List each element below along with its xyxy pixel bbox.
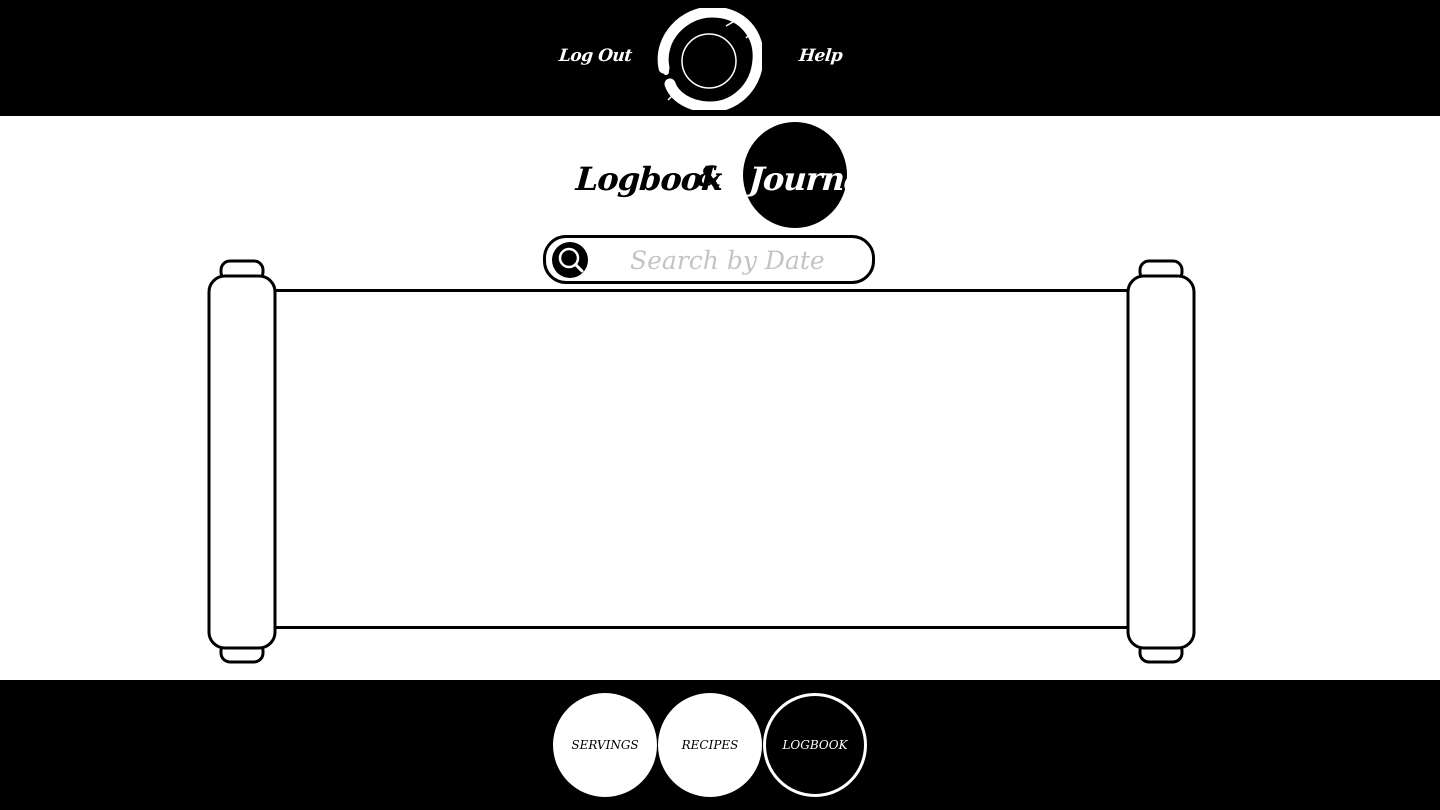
enso-logo-icon[interactable] <box>656 6 764 113</box>
page-title: Logbook & Journal <box>0 122 1440 230</box>
logbook-journal-page: Log Out Help Logbook & Journal Search by… <box>0 0 1440 810</box>
title-ampersand: & <box>695 160 723 193</box>
search-icon[interactable] <box>552 242 588 278</box>
search-date-input[interactable] <box>606 242 856 278</box>
nav-recipes-label: RECIPES <box>681 738 739 752</box>
help-link[interactable]: Help <box>798 46 843 66</box>
scroll-icon <box>207 259 1196 664</box>
nav-servings-label: SERVINGS <box>571 738 639 752</box>
search-bar <box>543 235 875 284</box>
nav-logbook-label: LOGBOOK <box>782 738 848 752</box>
title-journal-word: Journal <box>747 160 877 198</box>
nav-recipes-button[interactable]: RECIPES <box>658 693 762 797</box>
nav-logbook-button[interactable]: LOGBOOK <box>763 693 867 797</box>
logout-link[interactable]: Log Out <box>558 46 633 66</box>
top-bar: Log Out Help <box>0 0 1440 116</box>
nav-servings-button[interactable]: SERVINGS <box>553 693 657 797</box>
journal-scroll <box>206 258 1196 668</box>
bottom-nav: SERVINGS RECIPES LOGBOOK <box>0 680 1440 810</box>
